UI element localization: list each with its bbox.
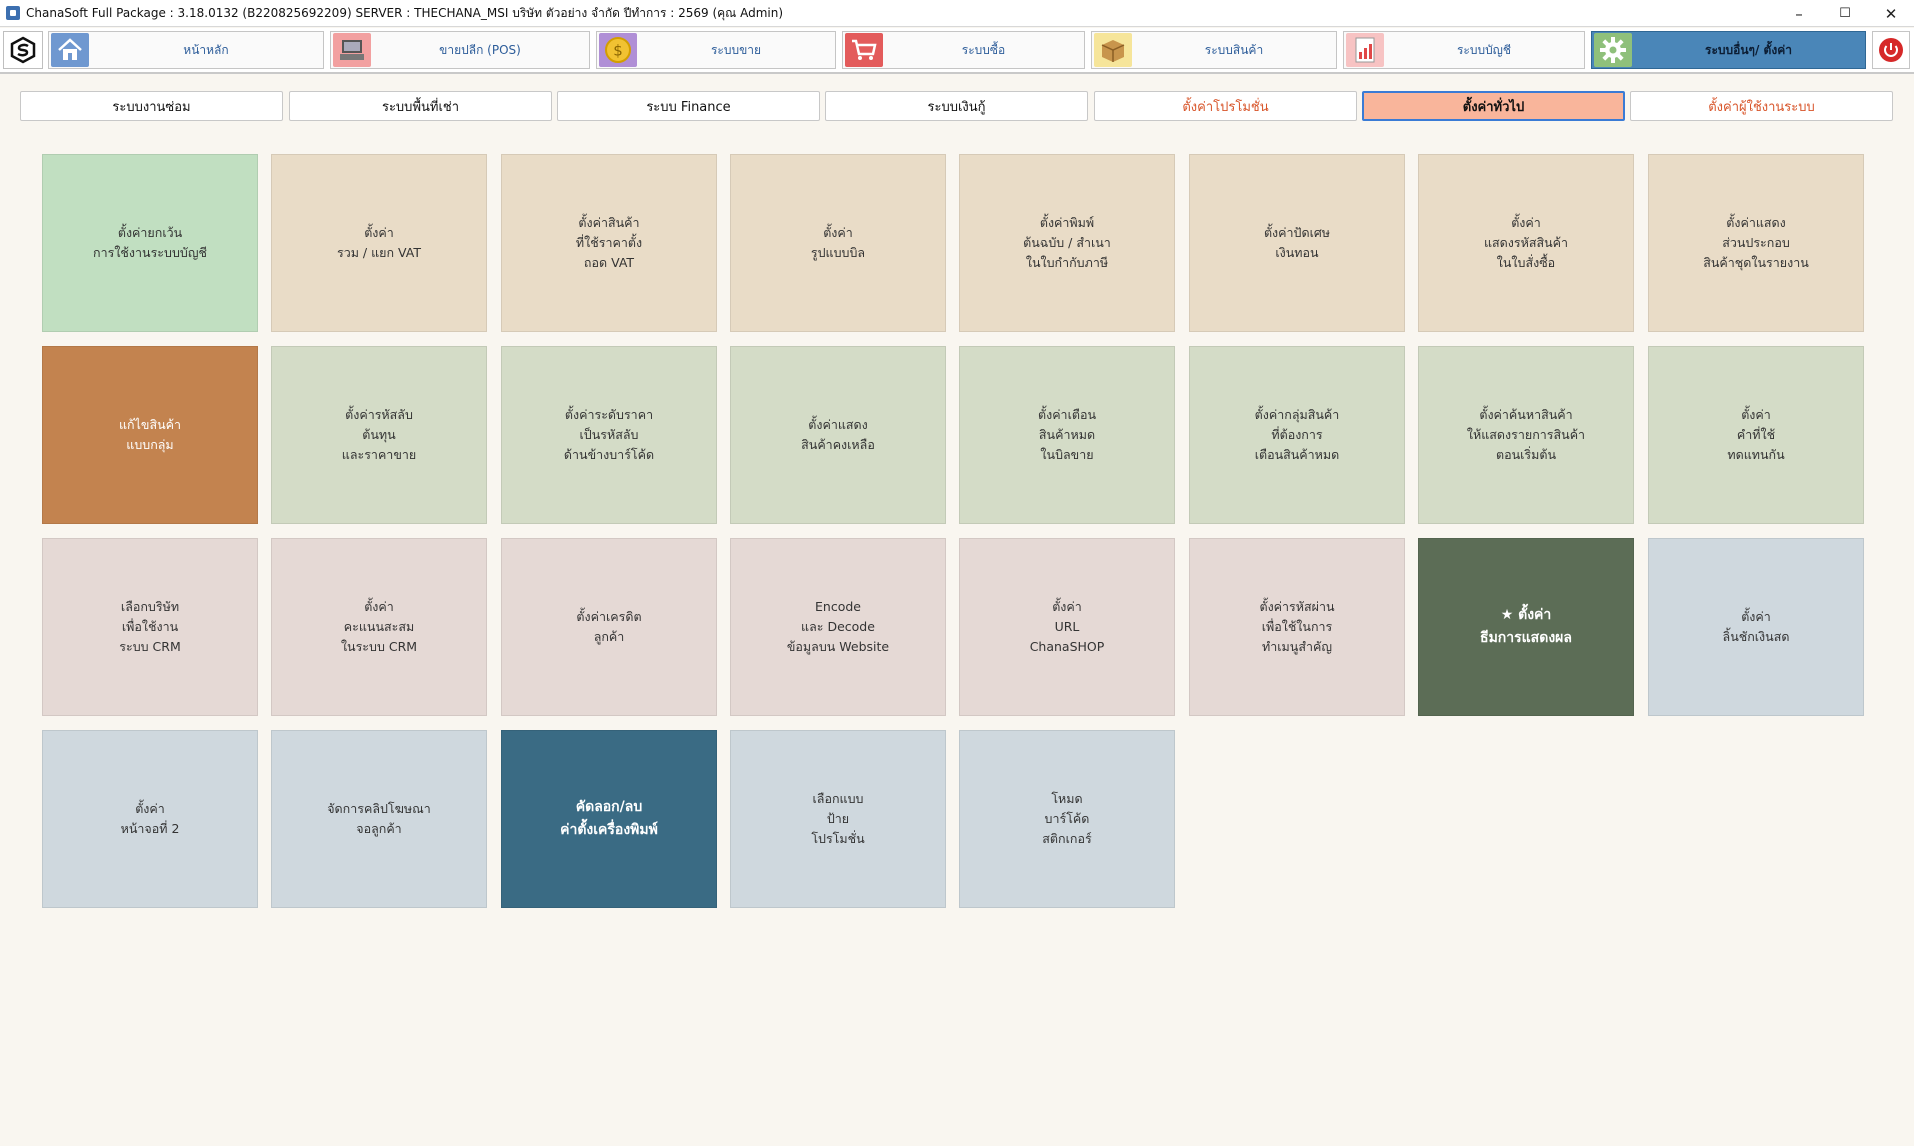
maximize-button[interactable]: ☐ xyxy=(1822,0,1868,27)
nav-item-label: ระบบสินค้า xyxy=(1204,42,1264,57)
settings-tile-label: ตั้งค่าเตือน สินค้าหมด ในบิลขาย xyxy=(1037,407,1097,462)
report-icon xyxy=(1346,33,1384,67)
settings-tile[interactable]: ตั้งค่าสินค้า ที่ใช้ราคาตั้ง ถอด VAT xyxy=(501,154,717,332)
nav-item-2[interactable]: $ ระบบขาย xyxy=(596,31,836,69)
nav-item-label: ขายปลีก (POS) xyxy=(439,42,521,57)
nav-item-0[interactable]: หน้าหลัก xyxy=(48,31,324,69)
subtab-5[interactable]: ตั้งค่าทั่วไป xyxy=(1362,91,1625,121)
settings-tile[interactable]: เลือกบริษัท เพื่อใช้งาน ระบบ CRM xyxy=(42,538,258,716)
app-icon xyxy=(6,6,20,20)
settings-tile-label: ตั้งค่ากลุ่มสินค้า ที่ต้องการ เตือนสินค้… xyxy=(1254,407,1340,462)
settings-tile-label: ตั้งค่า รูปแบบบิล xyxy=(810,225,866,260)
subtab-1[interactable]: ระบบพื้นที่เช่า xyxy=(289,91,552,121)
home-icon xyxy=(51,33,89,67)
nav-item-label: ระบบอื่นๆ/ ตั้งค่า xyxy=(1705,42,1792,57)
settings-tile[interactable]: ตั้งค่าระดับราคา เป็นรหัสลับ ด้านข้างบาร… xyxy=(501,346,717,524)
settings-tile[interactable]: ตั้งค่า รวม / แยก VAT xyxy=(271,154,487,332)
settings-tile-label: โหมด บาร์โค้ด สติกเกอร์ xyxy=(1042,791,1092,846)
settings-tile[interactable]: Encode และ Decode ข้อมูลบน Website xyxy=(730,538,946,716)
svg-text:$: $ xyxy=(613,42,623,60)
coin-icon: $ xyxy=(599,33,637,67)
window-controls: – ☐ ✕ xyxy=(1776,0,1914,27)
power-icon xyxy=(1879,38,1903,62)
settings-tile[interactable]: ตั้งค่า รูปแบบบิล xyxy=(730,154,946,332)
settings-tile-label: ตั้งค่า หน้าจอที่ 2 xyxy=(120,801,180,836)
settings-tile[interactable]: ตั้งค่าพิมพ์ ต้นฉบับ / สำเนา ในใบกำกับภา… xyxy=(959,154,1175,332)
subtab-4[interactable]: ตั้งค่าโปรโมชั่น xyxy=(1094,91,1357,121)
settings-tile[interactable]: ตั้งค่ายกเว้น การใช้งานระบบบัญชี xyxy=(42,154,258,332)
settings-tile[interactable]: แก้ไขสินค้า แบบกลุ่ม xyxy=(42,346,258,524)
subtab-6[interactable]: ตั้งค่าผู้ใช้งานระบบ xyxy=(1630,91,1893,121)
settings-tile[interactable]: ตั้งค่า URL ChanaSHOP xyxy=(959,538,1175,716)
subtab-0[interactable]: ระบบงานซ่อม xyxy=(20,91,283,121)
settings-tile-label: ตั้งค่า คะแนนสะสม ในระบบ CRM xyxy=(340,599,418,654)
settings-tile-label: ★ ตั้งค่า ธีมการแสดงผล xyxy=(1480,607,1572,646)
settings-tile[interactable]: โหมด บาร์โค้ด สติกเกอร์ xyxy=(959,730,1175,908)
nav-item-5[interactable]: ระบบบัญชี xyxy=(1343,31,1585,69)
main-nav: หน้าหลัก ขายปลีก (POS) $ ระบบขาย ระบบซื้อ ระบ… xyxy=(0,28,1914,74)
settings-tile-label: Encode และ Decode ข้อมูลบน Website xyxy=(786,599,890,654)
settings-tile[interactable]: ตั้งค่าเตือน สินค้าหมด ในบิลขาย xyxy=(959,346,1175,524)
cart-icon xyxy=(845,33,883,67)
settings-tile[interactable]: ตั้งค่า แสดงรหัสสินค้า ในใบสั่งซื้อ xyxy=(1418,154,1634,332)
settings-tile-label: จัดการคลิปโฆษณา จอลูกค้า xyxy=(327,801,431,836)
settings-tile-label: ตั้งค่าพิมพ์ ต้นฉบับ / สำเนา ในใบกำกับภา… xyxy=(1023,215,1111,270)
chanasoft-logo-icon xyxy=(10,36,36,64)
settings-tile-label: ตั้งค่า ลิ้นชักเงินสด xyxy=(1722,609,1790,644)
settings-tile[interactable]: ตั้งค่าแสดง ส่วนประกอบ สินค้าชุดในรายงาน xyxy=(1648,154,1864,332)
settings-tile[interactable]: ตั้งค่า หน้าจอที่ 2 xyxy=(42,730,258,908)
settings-tile[interactable]: ตั้งค่ากลุ่มสินค้า ที่ต้องการ เตือนสินค้… xyxy=(1189,346,1405,524)
nav-item-label: ระบบขาย xyxy=(710,42,762,57)
settings-tile[interactable]: ตั้งค่าค้นหาสินค้า ให้แสดงรายการสินค้า ต… xyxy=(1418,346,1634,524)
settings-tile-label: ตั้งค่ารหัสผ่าน เพื่อใช้ในการ ทำเมนูสำคั… xyxy=(1259,599,1335,654)
settings-tile[interactable]: ตั้งค่าแสดง สินค้าคงเหลือ xyxy=(730,346,946,524)
nav-item-3[interactable]: ระบบซื้อ xyxy=(842,31,1085,69)
settings-tile-label: ตั้งค่าระดับราคา เป็นรหัสลับ ด้านข้างบาร… xyxy=(563,407,655,462)
subtab-3[interactable]: ระบบเงินกู้ xyxy=(825,91,1088,121)
settings-tile-label: ตั้งค่า แสดงรหัสสินค้า ในใบสั่งซื้อ xyxy=(1483,215,1569,270)
settings-tile-label: ตั้งค่า คำที่ใช้ ทดแทนกัน xyxy=(1727,407,1785,462)
settings-tile[interactable]: ตั้งค่า คะแนนสะสม ในระบบ CRM xyxy=(271,538,487,716)
nav-item-label: ระบบบัญชี xyxy=(1456,42,1512,57)
settings-tile-label: ตั้งค่ารหัสลับ ต้นทุน และราคาขาย xyxy=(341,407,417,462)
window-titlebar: ChanaSoft Full Package : 3.18.0132 (B220… xyxy=(0,0,1914,27)
settings-tile-label: แก้ไขสินค้า แบบกลุ่ม xyxy=(118,417,181,452)
settings-tile[interactable]: ตั้งค่า ลิ้นชักเงินสด xyxy=(1648,538,1864,716)
settings-tile[interactable]: เลือกแบบ ป้าย โปรโมชั่น xyxy=(730,730,946,908)
nav-item-6[interactable]: ระบบอื่นๆ/ ตั้งค่า xyxy=(1591,31,1866,69)
nav-item-label: หน้าหลัก xyxy=(183,42,229,57)
settings-tile-label: ตั้งค่าแสดง ส่วนประกอบ สินค้าชุดในรายงาน xyxy=(1703,215,1809,270)
settings-tile[interactable]: จัดการคลิปโฆษณา จอลูกค้า xyxy=(271,730,487,908)
settings-tile-label: เลือกบริษัท เพื่อใช้งาน ระบบ CRM xyxy=(119,599,181,654)
settings-tile-label: ตั้งค่ายกเว้น การใช้งานระบบบัญชี xyxy=(93,225,207,260)
close-button[interactable]: ✕ xyxy=(1868,0,1914,27)
settings-tile-label: ตั้งค่าค้นหาสินค้า ให้แสดงรายการสินค้า ต… xyxy=(1466,407,1586,462)
settings-tile-label: ตั้งค่าปัดเศษ เงินทอน xyxy=(1263,225,1331,260)
minimize-button[interactable]: – xyxy=(1776,0,1822,27)
nav-item-label: ระบบซื้อ xyxy=(961,42,1006,57)
settings-tile[interactable]: ตั้งค่าเครดิต ลูกค้า xyxy=(501,538,717,716)
power-button[interactable] xyxy=(1872,31,1910,69)
settings-tile-label: ตั้งค่าสินค้า ที่ใช้ราคาตั้ง ถอด VAT xyxy=(575,215,643,270)
settings-tile-label: ตั้งค่า รวม / แยก VAT xyxy=(336,225,422,260)
window-title: ChanaSoft Full Package : 3.18.0132 (B220… xyxy=(26,5,784,20)
box-icon xyxy=(1094,33,1132,67)
settings-tile-label: ตั้งค่าแสดง สินค้าคงเหลือ xyxy=(801,417,875,452)
settings-tile[interactable]: ตั้งค่าปัดเศษ เงินทอน xyxy=(1189,154,1405,332)
settings-tile[interactable]: คัดลอก/ลบ ค่าตั้งเครื่องพิมพ์ xyxy=(501,730,717,908)
settings-tile[interactable]: ตั้งค่ารหัสลับ ต้นทุน และราคาขาย xyxy=(271,346,487,524)
gear-icon xyxy=(1594,33,1632,67)
nav-item-4[interactable]: ระบบสินค้า xyxy=(1091,31,1337,69)
nav-item-1[interactable]: ขายปลีก (POS) xyxy=(330,31,590,69)
settings-tile-label: ตั้งค่าเครดิต ลูกค้า xyxy=(576,609,642,644)
pos-terminal-icon xyxy=(333,33,371,67)
settings-tile[interactable]: ตั้งค่า คำที่ใช้ ทดแทนกัน xyxy=(1648,346,1864,524)
settings-tile-label: เลือกแบบ ป้าย โปรโมชั่น xyxy=(811,791,865,846)
subtab-2[interactable]: ระบบ Finance xyxy=(557,91,820,121)
settings-tile[interactable]: ตั้งค่ารหัสผ่าน เพื่อใช้ในการ ทำเมนูสำคั… xyxy=(1189,538,1405,716)
settings-tile[interactable]: ★ ตั้งค่า ธีมการแสดงผล xyxy=(1418,538,1634,716)
settings-tile-label: คัดลอก/ลบ ค่าตั้งเครื่องพิมพ์ xyxy=(560,799,658,838)
logo-button[interactable] xyxy=(3,31,43,69)
settings-tile-label: ตั้งค่า URL ChanaSHOP xyxy=(1029,599,1105,654)
